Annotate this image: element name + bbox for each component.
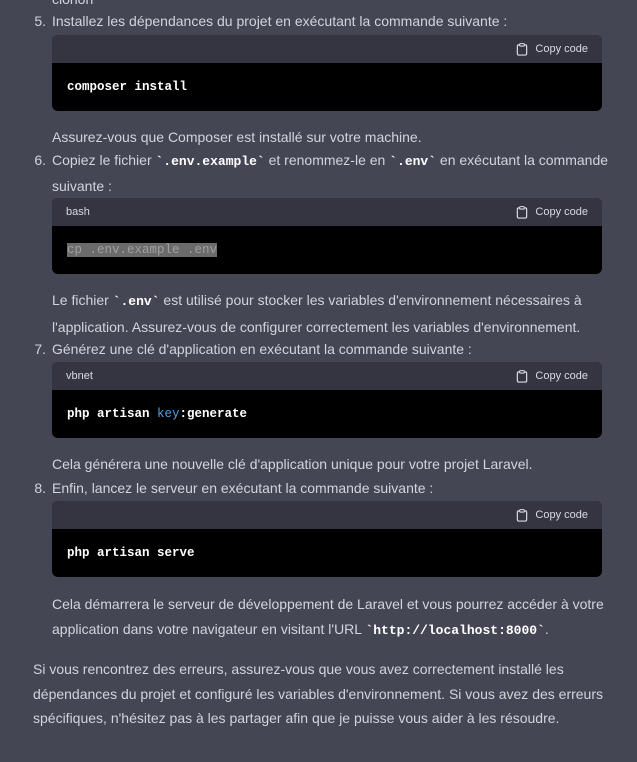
copy-code-label: Copy code	[535, 509, 588, 521]
copy-code-label: Copy code	[535, 370, 588, 382]
step-text: Enfin, lancez le serveur en exécutant la…	[52, 480, 434, 496]
note-text: Le fichier `.env` est utilisé pour stock…	[52, 292, 582, 335]
code-language: bash	[66, 206, 90, 218]
copy-code-button[interactable]: Copy code	[516, 42, 588, 56]
selected-code[interactable]: cp .env.example .env	[67, 243, 218, 257]
code-header: vbnet Copy code	[52, 362, 602, 390]
code-header: Copy code	[52, 501, 602, 529]
step-text: Installez les dépendances du projet en e…	[52, 13, 508, 29]
step-number: 6.	[34, 152, 46, 168]
step-text: Copiez le fichier `.env.example` et reno…	[52, 152, 609, 194]
copy-code-button[interactable]: Copy code	[516, 205, 588, 219]
code-content[interactable]: php artisan serve	[52, 529, 602, 577]
copy-code-button[interactable]: Copy code	[516, 369, 588, 383]
clipboard-icon	[517, 369, 528, 383]
code-header: bash Copy code	[52, 198, 602, 226]
step-number: 7.	[34, 341, 46, 357]
note-text: Cela générera une nouvelle clé d'applica…	[52, 456, 533, 472]
code-block: Copy code composer install	[52, 35, 602, 111]
copy-code-label: Copy code	[535, 206, 588, 218]
code-block: bash Copy code cp .env.example .env	[52, 198, 602, 274]
copy-code-label: Copy code	[535, 43, 588, 55]
inline-code: `.env`	[389, 154, 437, 169]
inline-code: `http://localhost:8000`	[365, 622, 545, 638]
code-block: Copy code php artisan serve	[52, 501, 602, 577]
step-number: 5.	[34, 13, 46, 29]
clipboard-icon	[517, 205, 528, 219]
inline-code: `.env.example`	[155, 154, 265, 169]
code-content[interactable]: composer install	[52, 63, 602, 111]
code-content[interactable]: php artisan key:generate	[52, 390, 602, 438]
note-text: Cela démarrera le serveur de développeme…	[52, 596, 604, 638]
code-language: vbnet	[66, 370, 93, 382]
copy-code-button[interactable]: Copy code	[516, 508, 588, 522]
note-text: Assurez-vous que Composer est installé s…	[52, 129, 422, 145]
code-header: Copy code	[52, 35, 602, 63]
clipboard-icon	[517, 508, 528, 522]
clipboard-icon	[517, 42, 528, 56]
step-text: Générez une clé d'application en exécuta…	[52, 341, 472, 357]
cut-off-text: clonon	[52, 0, 93, 7]
inline-code: `.env`	[112, 294, 160, 309]
code-block: vbnet Copy code php artisan key:generate	[52, 362, 602, 438]
code-content[interactable]: cp .env.example .env	[52, 226, 602, 274]
closing-paragraph: Si vous rencontrez des erreurs, assurez-…	[33, 661, 604, 726]
code-keyword: key	[157, 407, 180, 421]
step-number: 8.	[34, 480, 46, 496]
